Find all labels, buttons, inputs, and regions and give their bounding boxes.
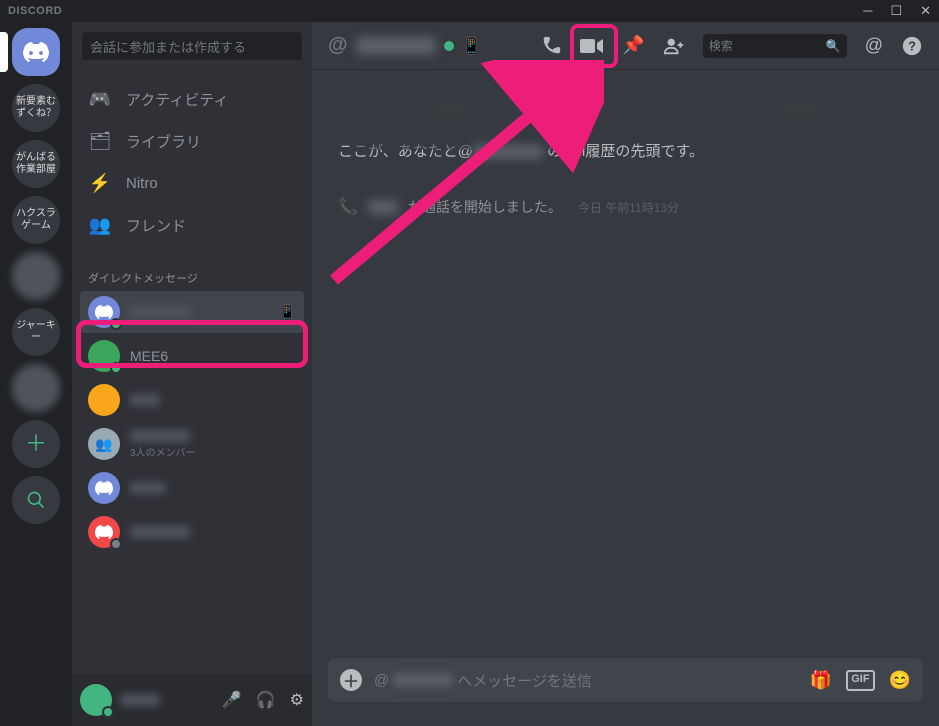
decoration <box>352 70 552 150</box>
at-icon: @ <box>328 34 348 57</box>
private-channels: 会話に参加または作成する 🎮アクティビティ 🗂ライブラリ ⚡Nitro 👥フレン… <box>72 22 312 726</box>
status-online-icon <box>444 41 454 51</box>
composer-placeholder[interactable]: @へメッセージを送信 <box>374 670 798 691</box>
app-brand: DISCORD <box>8 5 62 17</box>
nav-friends[interactable]: 👥フレンド <box>80 204 304 246</box>
home-button[interactable] <box>12 28 60 76</box>
gif-icon[interactable]: GIF <box>846 670 874 691</box>
system-message-call: 📞 が通話を開始しました。 今日 午前11時13分 <box>338 197 919 217</box>
dm-name <box>130 430 190 442</box>
add-server-button[interactable]: ＋ <box>12 420 60 468</box>
avatar: 👥 <box>88 428 120 460</box>
dm-name <box>130 482 165 494</box>
dm-item[interactable] <box>80 511 304 553</box>
video-call-icon[interactable] <box>580 35 604 57</box>
window-buttons: ─ ☐ ✕ <box>863 3 931 19</box>
dm-name <box>130 306 190 318</box>
svg-text:?: ? <box>908 38 916 53</box>
self-name <box>120 694 160 706</box>
emoji-icon[interactable]: 😊 <box>889 670 911 691</box>
mentions-icon[interactable]: @ <box>865 35 883 56</box>
timestamp: 今日 午前11時13分 <box>578 199 679 216</box>
status-online-icon <box>110 362 122 374</box>
explore-button[interactable] <box>12 476 60 524</box>
guild-item[interactable]: ハクスラゲーム <box>12 196 60 244</box>
user-area: 🎤 🎧 ⚙ <box>72 674 312 726</box>
search-input[interactable]: 検索 🔍 <box>703 34 847 58</box>
guild-item[interactable] <box>12 252 60 300</box>
close-icon[interactable]: ✕ <box>920 3 931 19</box>
chat-messages: ここが、あなたと@ のDM履歴の先頭です。 📞 が通話を開始しました。 今日 午… <box>312 70 939 658</box>
chat-area: @ 📱 📌 検索 🔍 @ <box>312 22 939 726</box>
gift-icon[interactable]: 🎁 <box>810 670 832 691</box>
avatar <box>88 296 120 328</box>
avatar <box>88 516 120 548</box>
status-online-icon <box>102 706 114 718</box>
voice-call-icon[interactable] <box>540 35 562 57</box>
friends-icon: 👥 <box>88 215 112 236</box>
phone-icon: 📞 <box>338 197 358 217</box>
dm-item[interactable] <box>80 467 304 509</box>
attach-button[interactable]: ＋ <box>340 669 362 691</box>
avatar <box>88 384 120 416</box>
channel-name <box>356 37 436 55</box>
dm-name <box>130 526 190 538</box>
settings-icon[interactable]: ⚙ <box>290 690 304 710</box>
self-avatar[interactable] <box>80 684 112 716</box>
add-friend-icon[interactable] <box>663 35 685 57</box>
dm-name <box>130 394 160 406</box>
dm-item[interactable] <box>80 379 304 421</box>
quick-switcher[interactable]: 会話に参加または作成する <box>82 32 302 60</box>
mute-mic-icon[interactable]: 🎤 <box>222 690 242 710</box>
guild-item[interactable]: がんばる作業部屋 <box>12 140 60 188</box>
dm-item[interactable]: 👥 3人のメンバー <box>80 423 304 465</box>
dm-name: MEE6 <box>130 348 168 364</box>
mobile-icon: 📱 <box>462 36 482 56</box>
nav-nitro[interactable]: ⚡Nitro <box>80 162 304 204</box>
message-composer[interactable]: ＋ @へメッセージを送信 🎁 GIF 😊 <box>328 658 923 702</box>
library-icon: 🗂 <box>88 131 112 152</box>
guild-item[interactable]: 新要素むずくね？ <box>12 84 60 132</box>
mobile-icon: 📱 <box>279 304 296 321</box>
pin-icon[interactable]: 📌 <box>622 35 644 56</box>
dm-header: ダイレクトメッセージ <box>72 254 312 290</box>
minimize-icon[interactable]: ─ <box>863 3 872 19</box>
nav-library[interactable]: 🗂ライブラリ <box>80 120 304 162</box>
search-icon: 🔍 <box>826 39 841 53</box>
nav-activity[interactable]: 🎮アクティビティ <box>80 78 304 120</box>
dm-item[interactable]: MEE6 <box>80 335 304 377</box>
gamepad-icon: 🎮 <box>88 89 112 110</box>
guild-item[interactable]: ジャーキー <box>12 308 60 356</box>
maximize-icon[interactable]: ☐ <box>890 3 902 19</box>
guild-item[interactable] <box>12 364 60 412</box>
nitro-icon: ⚡ <box>88 173 112 194</box>
avatar <box>88 340 120 372</box>
guild-list: 新要素むずくね？ がんばる作業部屋 ハクスラゲーム ジャーキー ＋ <box>0 22 72 726</box>
status-offline-icon <box>110 538 122 550</box>
titlebar: DISCORD ─ ☐ ✕ <box>0 0 939 22</box>
dm-item[interactable]: 📱 <box>80 291 304 333</box>
decoration <box>699 70 899 150</box>
chat-header: @ 📱 📌 検索 🔍 @ <box>312 22 939 70</box>
deafen-icon[interactable]: 🎧 <box>256 690 276 710</box>
status-online-icon <box>110 318 122 330</box>
avatar <box>88 472 120 504</box>
help-icon[interactable]: ? <box>901 35 923 57</box>
